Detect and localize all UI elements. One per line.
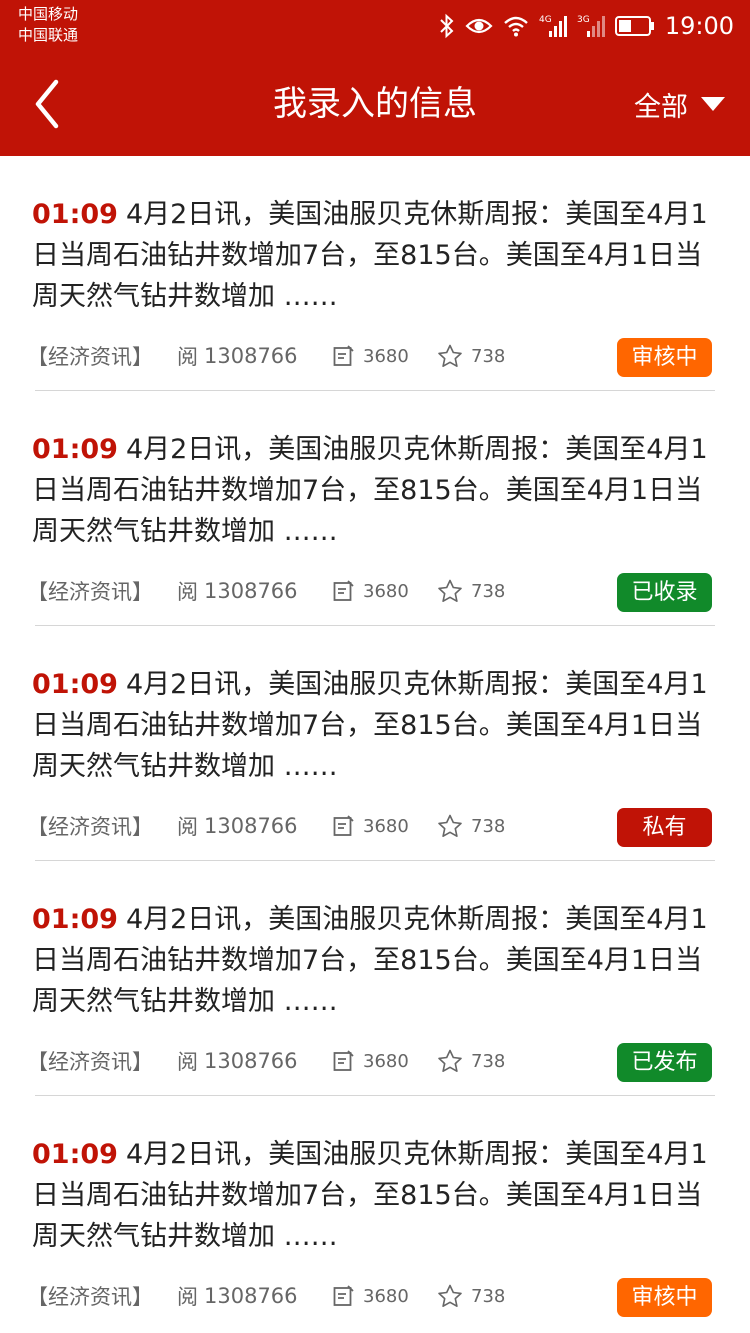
read-count-group: 阅 1308766 [177, 576, 333, 606]
item-content: 01:09 4月2日讯，美国油服贝克休斯周报：美国至4月1日当周石油钻井数增加7台… [32, 429, 716, 552]
favorite-count: 738 [471, 815, 506, 837]
carrier-name-2: 中国联通 [18, 26, 79, 44]
favorite-count: 738 [471, 1285, 506, 1307]
filter-label: 全部 [634, 91, 688, 123]
item-category: 【经济资讯】 [27, 815, 153, 839]
read-count: 1308766 [204, 579, 298, 603]
svg-text:4G: 4G [539, 15, 552, 25]
read-count-group: 阅 1308766 [177, 341, 333, 371]
status-icons: 4G 3G 19:00 [439, 10, 734, 42]
info-list: 01:09 4月2日讯，美国油服贝克休斯周报：美国至4月1日当周石油钻井数增加7台… [0, 156, 750, 1331]
favorite-group: 738 [437, 1049, 505, 1073]
comment-group: 3680 [333, 1050, 437, 1072]
comment-count: 3680 [363, 345, 409, 367]
item-category: 【经济资讯】 [27, 580, 153, 604]
status-badge: 审核中 [617, 338, 712, 377]
item-meta: 【经济资讯】 阅 1308766 3680 738 [27, 1041, 715, 1081]
star-icon [437, 579, 463, 603]
eye-icon [465, 16, 493, 36]
item-time: 01:09 [32, 199, 118, 230]
read-count-group: 阅 1308766 [177, 1046, 333, 1076]
comment-group: 3680 [333, 815, 437, 837]
comment-count: 3680 [363, 580, 409, 602]
item-time: 01:09 [32, 1139, 118, 1170]
item-meta: 【经济资讯】 阅 1308766 3680 738 [27, 1276, 715, 1316]
item-meta: 【经济资讯】 阅 1308766 3680 738 [27, 336, 715, 376]
item-text: 4月2日讯，美国油服贝克休斯周报：美国至4月1日当周石油钻井数增加7台，至815… [32, 434, 708, 547]
item-text: 4月2日讯，美国油服贝克休斯周报：美国至4月1日当周石油钻井数增加7台，至815… [32, 199, 708, 312]
read-label: 阅 [177, 345, 198, 369]
favorite-group: 738 [437, 579, 505, 603]
list-item[interactable]: 01:09 4月2日讯，美国油服贝克休斯周报：美国至4月1日当周石油钻井数增加7台… [27, 1096, 716, 1331]
edit-icon [333, 345, 355, 367]
item-category: 【经济资讯】 [27, 1050, 153, 1074]
edit-icon [333, 1285, 355, 1307]
read-label: 阅 [177, 815, 198, 839]
svg-text:3G: 3G [577, 15, 590, 25]
star-icon [437, 1049, 463, 1073]
read-label: 阅 [177, 1050, 198, 1074]
item-text: 4月2日讯，美国油服贝克休斯周报：美国至4月1日当周石油钻井数增加7台，至815… [32, 1139, 708, 1252]
filter-dropdown[interactable]: 全部 [634, 52, 726, 156]
app-header: 我录入的信息 全部 [0, 52, 750, 156]
item-category: 【经济资讯】 [27, 1285, 153, 1309]
status-badge: 审核中 [617, 1278, 712, 1317]
list-item[interactable]: 01:09 4月2日讯，美国油服贝克休斯周报：美国至4月1日当周石油钻井数增加7台… [27, 861, 716, 1096]
favorite-group: 738 [437, 1284, 505, 1308]
item-time: 01:09 [32, 434, 118, 465]
edit-icon [333, 1050, 355, 1072]
item-meta: 【经济资讯】 阅 1308766 3680 738 [27, 571, 715, 611]
status-badge: 已发布 [617, 1043, 712, 1082]
item-time: 01:09 [32, 904, 118, 935]
star-icon [437, 344, 463, 368]
comment-group: 3680 [333, 1285, 437, 1307]
item-content: 01:09 4月2日讯，美国油服贝克休斯周报：美国至4月1日当周石油钻井数增加7台… [32, 1134, 716, 1257]
item-content: 01:09 4月2日讯，美国油服贝克休斯周报：美国至4月1日当周石油钻井数增加7台… [32, 899, 716, 1022]
item-content: 01:09 4月2日讯，美国油服贝克休斯周报：美国至4月1日当周石油钻井数增加7台… [32, 194, 716, 317]
comment-count: 3680 [363, 1050, 409, 1072]
comment-count: 3680 [363, 1285, 409, 1307]
signal-icon-2: 3G [577, 13, 605, 39]
edit-icon [333, 580, 355, 602]
carrier-name-1: 中国移动 [18, 5, 79, 23]
status-badge: 私有 [617, 808, 712, 847]
item-text: 4月2日讯，美国油服贝克休斯周报：美国至4月1日当周石油钻井数增加7台，至815… [32, 669, 708, 782]
read-count: 1308766 [204, 814, 298, 838]
item-time: 01:09 [32, 669, 118, 700]
favorite-group: 738 [437, 814, 505, 838]
bluetooth-icon [439, 13, 455, 39]
read-count: 1308766 [204, 1049, 298, 1073]
favorite-count: 738 [471, 580, 506, 602]
read-count: 1308766 [204, 1284, 298, 1308]
read-count-group: 阅 1308766 [177, 811, 333, 841]
battery-icon [614, 15, 655, 37]
star-icon [437, 1284, 463, 1308]
favorite-group: 738 [437, 344, 505, 368]
read-label: 阅 [177, 580, 198, 604]
edit-icon [333, 815, 355, 837]
comment-group: 3680 [333, 345, 437, 367]
clock: 19:00 [664, 12, 734, 40]
read-label: 阅 [177, 1285, 198, 1309]
item-category: 【经济资讯】 [27, 345, 153, 369]
status-badge: 已收录 [617, 573, 712, 612]
carrier-info: 中国移动 中国联通 [18, 4, 78, 46]
item-text: 4月2日讯，美国油服贝克休斯周报：美国至4月1日当周石油钻井数增加7台，至815… [32, 904, 708, 1017]
triangle-down-icon [700, 96, 726, 112]
read-count: 1308766 [204, 344, 298, 368]
read-count-group: 阅 1308766 [177, 1281, 333, 1311]
wifi-icon [503, 15, 529, 37]
item-content: 01:09 4月2日讯，美国油服贝克休斯周报：美国至4月1日当周石油钻井数增加7台… [32, 664, 716, 787]
list-item[interactable]: 01:09 4月2日讯，美国油服贝克休斯周报：美国至4月1日当周石油钻井数增加7台… [27, 626, 716, 861]
signal-icon: 4G [539, 13, 567, 39]
status-bar: 中国移动 中国联通 4G 3G 19:00 [0, 0, 750, 52]
favorite-count: 738 [471, 1050, 506, 1072]
list-item[interactable]: 01:09 4月2日讯，美国油服贝克休斯周报：美国至4月1日当周石油钻井数增加7台… [27, 391, 716, 626]
list-item[interactable]: 01:09 4月2日讯，美国油服贝克休斯周报：美国至4月1日当周石油钻井数增加7台… [27, 156, 716, 391]
star-icon [437, 814, 463, 838]
item-meta: 【经济资讯】 阅 1308766 3680 738 [27, 806, 715, 846]
favorite-count: 738 [471, 345, 506, 367]
comment-group: 3680 [333, 580, 437, 602]
comment-count: 3680 [363, 815, 409, 837]
